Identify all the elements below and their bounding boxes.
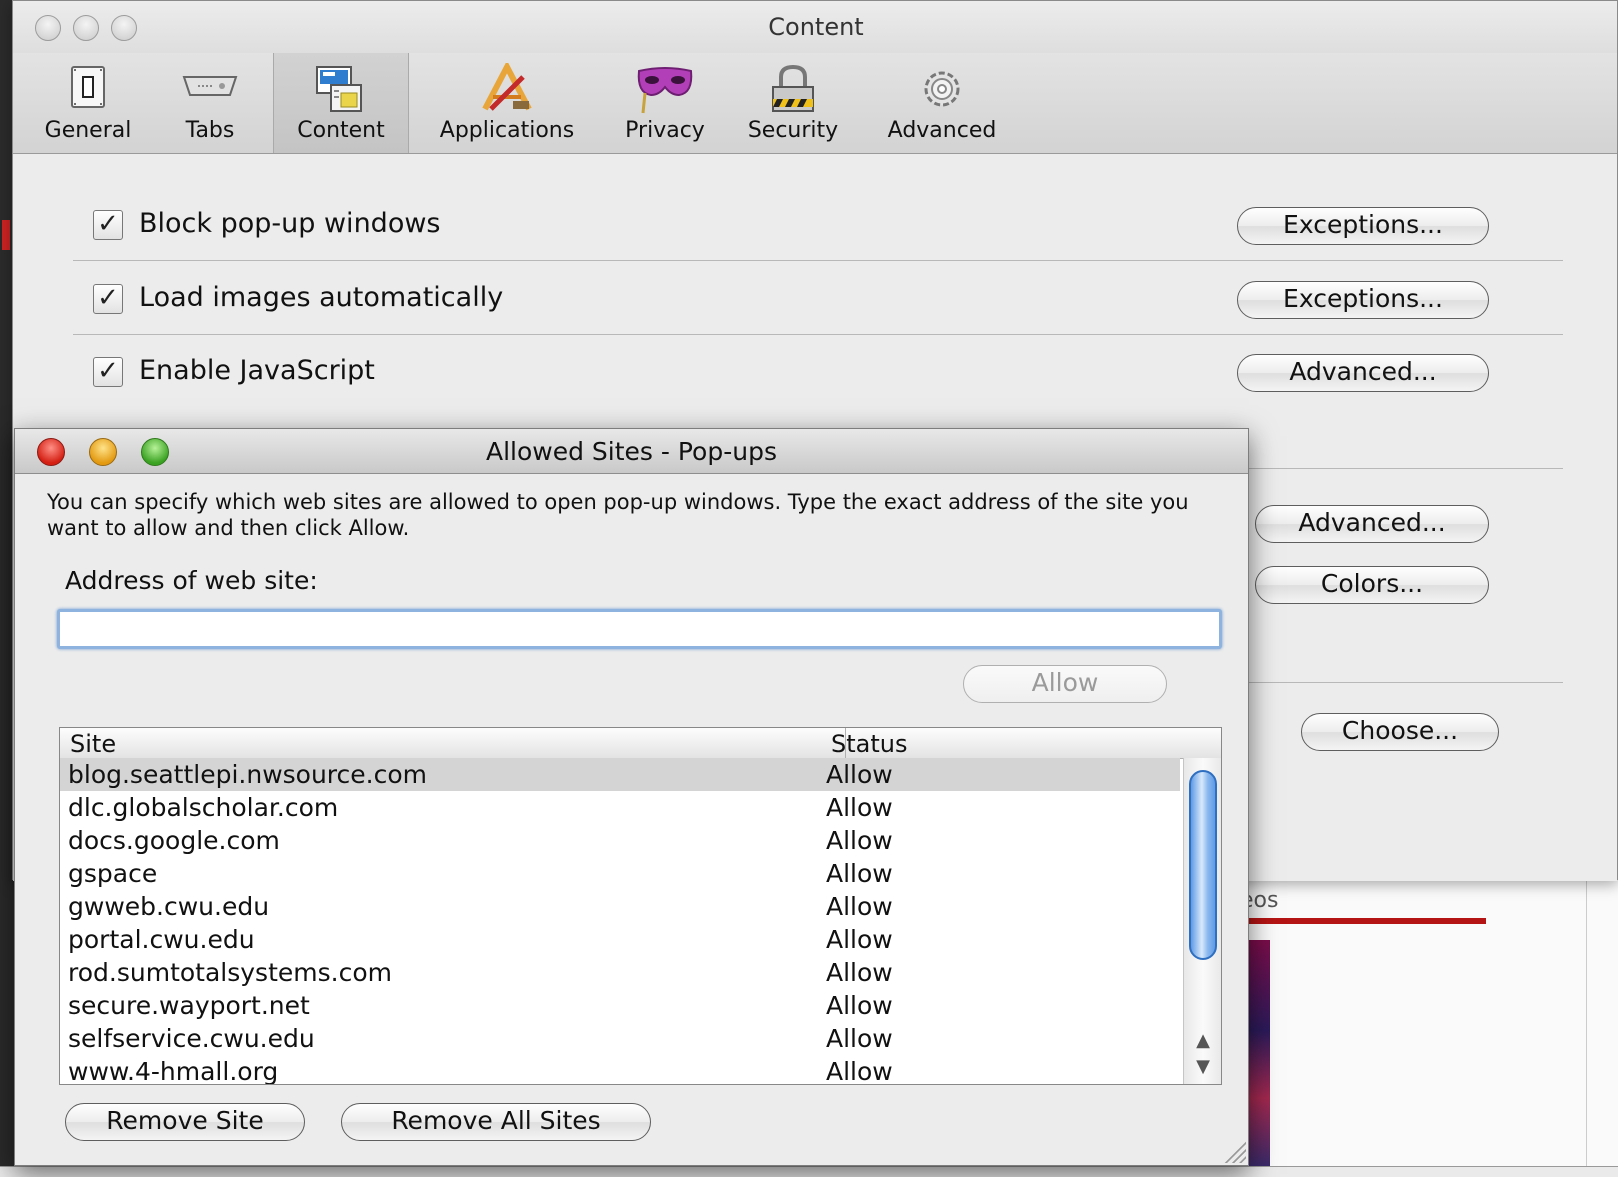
- tab-applications-label: Applications: [439, 118, 575, 143]
- background-red-rule: [1240, 918, 1486, 924]
- privacy-mask-icon: [637, 67, 693, 114]
- status-cell: Allow: [826, 1024, 893, 1053]
- dialog-description: You can specify which web sites are allo…: [47, 490, 1189, 540]
- choose-button[interactable]: Choose...: [1301, 713, 1499, 751]
- site-cell: gwweb.cwu.edu: [68, 892, 270, 921]
- background-divider: [1586, 880, 1587, 1176]
- tab-security[interactable]: Security: [733, 53, 853, 153]
- status-cell: Allow: [826, 760, 893, 789]
- enable-javascript-label: Enable JavaScript: [139, 355, 375, 386]
- site-cell: secure.wayport.net: [68, 991, 310, 1020]
- divider: [73, 334, 1563, 335]
- site-cell: blog.seattlepi.nwsource.com: [68, 760, 427, 789]
- address-input[interactable]: [57, 609, 1222, 649]
- remove-all-sites-button[interactable]: Remove All Sites: [341, 1103, 651, 1141]
- block-popups-label: Block pop-up windows: [139, 208, 441, 239]
- status-cell: Allow: [826, 1057, 893, 1085]
- status-cell: Allow: [826, 826, 893, 855]
- popup-exceptions-button[interactable]: Exceptions...: [1237, 207, 1489, 245]
- load-images-checkbox[interactable]: ✓: [93, 284, 123, 314]
- table-row[interactable]: dlc.globalscholar.com Allow: [60, 791, 1180, 824]
- background-web-page: [1240, 880, 1618, 1176]
- site-cell: rod.sumtotalsystems.com: [68, 958, 392, 987]
- tab-general[interactable]: General: [33, 53, 143, 153]
- general-switch-icon: [71, 66, 105, 108]
- scroll-down-arrow-icon[interactable]: ▼: [1190, 1054, 1216, 1080]
- table-row[interactable]: gspace Allow: [60, 857, 1180, 890]
- preferences-title: Content: [768, 13, 864, 41]
- tab-tabs[interactable]: Tabs: [155, 53, 265, 153]
- status-cell: Allow: [826, 859, 893, 888]
- fonts-advanced-button[interactable]: Advanced...: [1255, 505, 1489, 543]
- preferences-toolbar: General Tabs Content Applications Privac…: [13, 53, 1617, 154]
- site-cell: dlc.globalscholar.com: [68, 793, 339, 822]
- table-row[interactable]: portal.cwu.edu Allow: [60, 923, 1180, 956]
- divider: [1213, 682, 1563, 683]
- colors-button[interactable]: Colors...: [1255, 566, 1489, 604]
- address-label: Address of web site:: [65, 566, 318, 595]
- enable-javascript-checkbox[interactable]: ✓: [93, 357, 123, 387]
- site-cell: gspace: [68, 859, 158, 888]
- remove-site-button[interactable]: Remove Site: [65, 1103, 305, 1141]
- scroll-up-arrow-icon[interactable]: ▲: [1190, 1028, 1216, 1054]
- divider: [1213, 468, 1563, 469]
- status-cell: Allow: [826, 793, 893, 822]
- column-header-site[interactable]: Site: [70, 730, 116, 758]
- site-cell: selfservice.cwu.edu: [68, 1024, 315, 1053]
- security-lock-icon: [772, 64, 814, 112]
- dialog-titlebar: Allowed Sites - Pop-ups: [15, 429, 1248, 474]
- table-row[interactable]: blog.seattlepi.nwsource.com Allow: [60, 758, 1180, 791]
- javascript-advanced-button[interactable]: Advanced...: [1237, 354, 1489, 392]
- site-cell: docs.google.com: [68, 826, 280, 855]
- table-header: Site Status: [60, 728, 1221, 759]
- block-popups-checkbox[interactable]: ✓: [93, 210, 123, 240]
- allowed-sites-dialog: Allowed Sites - Pop-ups You can specify …: [14, 428, 1249, 1166]
- tab-tabs-label: Tabs: [185, 118, 235, 143]
- status-cell: Allow: [826, 991, 893, 1020]
- tab-content[interactable]: Content: [273, 53, 409, 153]
- tab-privacy-label: Privacy: [625, 118, 705, 143]
- divider: [73, 260, 1563, 261]
- table-row[interactable]: rod.sumtotalsystems.com Allow: [60, 956, 1180, 989]
- table-row[interactable]: secure.wayport.net Allow: [60, 989, 1180, 1022]
- dialog-title: Allowed Sites - Pop-ups: [486, 437, 777, 466]
- tab-advanced[interactable]: Advanced: [869, 53, 1015, 153]
- table-row[interactable]: docs.google.com Allow: [60, 824, 1180, 857]
- applications-icon: [482, 63, 532, 111]
- resize-grip-icon[interactable]: [1222, 1139, 1246, 1163]
- status-cell: Allow: [826, 925, 893, 954]
- advanced-gear-icon: [924, 71, 960, 107]
- status-cell: Allow: [826, 892, 893, 921]
- load-images-label: Load images automatically: [139, 282, 504, 313]
- site-cell: www.4-hmall.org: [68, 1057, 279, 1085]
- content-page-icon: [316, 66, 362, 112]
- table-row[interactable]: selfservice.cwu.edu Allow: [60, 1022, 1180, 1055]
- allow-button[interactable]: Allow: [963, 665, 1167, 703]
- table-row[interactable]: www.4-hmall.org Allow: [60, 1055, 1180, 1085]
- tab-content-label: Content: [297, 118, 385, 143]
- tab-advanced-label: Advanced: [887, 118, 997, 143]
- sites-table: Site Status blog.seattlepi.nwsource.com …: [59, 727, 1222, 1085]
- preferences-titlebar: Content: [13, 1, 1617, 53]
- tab-security-label: Security: [747, 118, 839, 143]
- site-cell: portal.cwu.edu: [68, 925, 255, 954]
- tab-general-label: General: [44, 118, 132, 143]
- scrollbar-thumb[interactable]: [1189, 770, 1217, 960]
- tabs-icon: [182, 76, 238, 96]
- table-row[interactable]: gwweb.cwu.edu Allow: [60, 890, 1180, 923]
- status-cell: Allow: [826, 958, 893, 987]
- tab-applications[interactable]: Applications: [413, 53, 601, 153]
- table-scrollbar[interactable]: ▲ ▼: [1183, 758, 1221, 1084]
- images-exceptions-button[interactable]: Exceptions...: [1237, 281, 1489, 319]
- tab-privacy[interactable]: Privacy: [609, 53, 721, 153]
- background-bottom-strip: [0, 1166, 1618, 1177]
- column-header-status[interactable]: Status: [831, 730, 907, 758]
- background-red-mark: [2, 220, 10, 250]
